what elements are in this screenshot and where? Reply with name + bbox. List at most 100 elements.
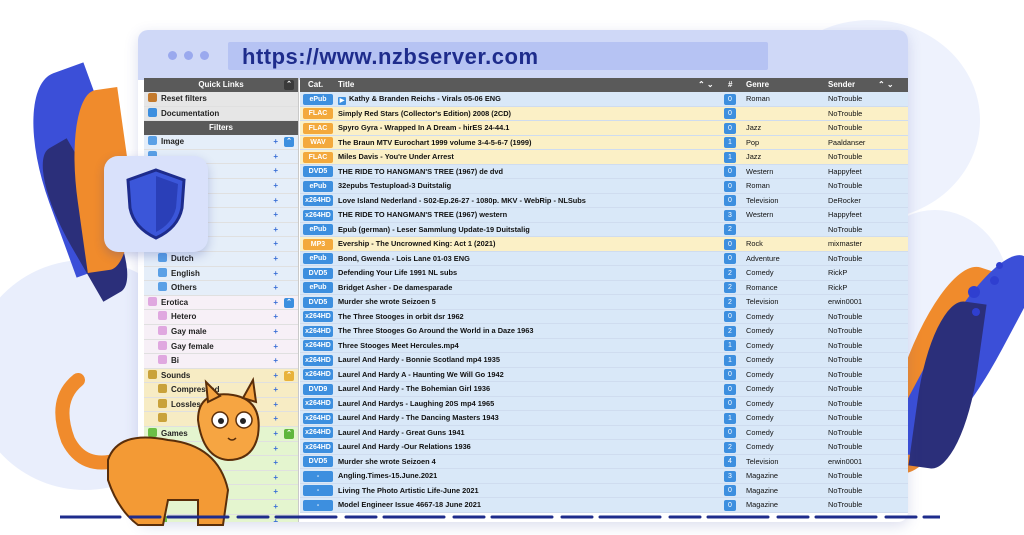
add-filter-icon[interactable]: + bbox=[273, 267, 278, 282]
release-title[interactable]: Miles Davis - You're Under Arrest bbox=[338, 150, 718, 165]
table-row[interactable]: DVD5 THE RIDE TO HANGMAN'S TREE (1967) de… bbox=[300, 164, 908, 179]
category-badge[interactable]: DVD5 bbox=[303, 456, 333, 467]
release-title[interactable]: Bond, Gwenda - Lois Lane 01-03 ENG bbox=[338, 252, 718, 267]
add-filter-icon[interactable]: + bbox=[273, 281, 278, 296]
release-title[interactable]: Defending Your Life 1991 NL subs bbox=[338, 266, 718, 281]
add-filter-icon[interactable]: + bbox=[273, 237, 278, 252]
release-title[interactable]: Three Stooges Meet Hercules.mp4 bbox=[338, 339, 718, 354]
release-title[interactable]: The Three Stooges Go Around the World in… bbox=[338, 324, 718, 339]
sort-icon[interactable]: ⌃ ⌄ bbox=[878, 78, 894, 92]
release-title[interactable]: Bridget Asher - De damesparade bbox=[338, 281, 718, 296]
category-badge[interactable]: DVD5 bbox=[303, 267, 333, 279]
release-title[interactable]: The Braun MTV Eurochart 1999 volume 3-4-… bbox=[338, 136, 718, 151]
release-title[interactable]: Angling.Times-15.June.2021 bbox=[338, 469, 718, 484]
table-row[interactable]: x264HD Laurel And Hardy - Bonnie Scotland… bbox=[300, 353, 908, 368]
add-filter-icon[interactable]: + bbox=[273, 164, 278, 179]
add-filter-icon[interactable]: + bbox=[273, 223, 278, 238]
release-title[interactable]: Laurel And Hardys - Laughing 20S mp4 196… bbox=[338, 397, 718, 412]
release-title[interactable]: 32epubs Testupload-3 Duitstalig bbox=[338, 179, 718, 194]
category-badge[interactable]: FLAC bbox=[303, 108, 333, 119]
category-badge[interactable]: x264HD bbox=[303, 209, 333, 221]
add-filter-icon[interactable]: + bbox=[273, 208, 278, 223]
filter-item[interactable]: Others + bbox=[144, 281, 298, 296]
category-badge[interactable]: ePub bbox=[303, 93, 333, 105]
table-row[interactable]: ePub Bridget Asher - De damesparade 2 Roman… bbox=[300, 280, 908, 296]
col-num[interactable]: # bbox=[728, 78, 732, 92]
table-row[interactable]: - Angling.Times-15.June.2021 3 Magazine NoTr… bbox=[300, 469, 908, 484]
sort-icon[interactable]: ⌃ ⌄ bbox=[698, 78, 714, 92]
col-genre[interactable]: Genre bbox=[746, 78, 769, 92]
filter-item[interactable]: Image + ⌃ bbox=[144, 135, 298, 150]
add-filter-icon[interactable]: + bbox=[273, 325, 278, 340]
col-cat[interactable]: Cat. bbox=[308, 78, 323, 92]
table-row[interactable]: x264HD Laurel And Hardys - Laughing 20S m… bbox=[300, 396, 908, 412]
category-badge[interactable]: x264HD bbox=[303, 354, 333, 366]
category-badge[interactable]: DVD9 bbox=[303, 383, 333, 395]
expand-toggle[interactable]: ⌃ bbox=[284, 137, 294, 148]
table-row[interactable]: FLAC Miles Davis - You're Under Arrest 1 Ja… bbox=[300, 150, 908, 165]
category-badge[interactable]: x264HD bbox=[303, 398, 333, 409]
table-row[interactable]: DVD5 Murder she wrote Seizoen 4 4 Televisio… bbox=[300, 454, 908, 470]
release-title[interactable]: Murder she wrote Seizoen 4 bbox=[338, 455, 718, 470]
col-title[interactable]: Title bbox=[338, 78, 354, 92]
release-title[interactable]: Simply Red Stars (Collector's Edition) 2… bbox=[338, 107, 718, 122]
category-badge[interactable]: x264HD bbox=[303, 441, 333, 453]
category-badge[interactable]: ePub bbox=[303, 282, 333, 293]
col-sender[interactable]: Sender bbox=[828, 78, 855, 92]
add-filter-icon[interactable]: + bbox=[273, 310, 278, 325]
add-filter-icon[interactable]: + bbox=[273, 340, 278, 355]
category-badge[interactable]: MP3 bbox=[303, 238, 333, 250]
release-title[interactable]: Laurel And Hardy - Bonnie Scotland mp4 1… bbox=[338, 353, 718, 368]
add-filter-icon[interactable]: + bbox=[273, 135, 278, 150]
filter-item[interactable]: Erotica + ⌃ bbox=[144, 295, 298, 311]
release-title[interactable]: Laurel And Hardy -Our Relations 1936 bbox=[338, 440, 718, 455]
release-title[interactable]: Evership - The Uncrowned King: Act 1 (20… bbox=[338, 237, 718, 252]
expand-toggle[interactable]: ⌃ bbox=[284, 297, 294, 308]
table-row[interactable]: x264HD Laurel And Hardy - The Dancing Mas… bbox=[300, 411, 908, 426]
table-row[interactable]: DVD9 Laurel And Hardy - The Bohemian Girl… bbox=[300, 382, 908, 397]
table-row[interactable]: ePub 32epubs Testupload-3 Duitstalig 0 Roma… bbox=[300, 179, 908, 194]
collapse-button[interactable]: ⌃ bbox=[284, 80, 294, 90]
play-icon[interactable]: ▶ bbox=[338, 97, 346, 105]
table-row[interactable]: MP3 Evership - The Uncrowned King: Act 1 … bbox=[300, 237, 908, 252]
add-filter-icon[interactable]: + bbox=[273, 194, 278, 209]
quick-link-item[interactable]: Documentation bbox=[144, 106, 298, 122]
release-title[interactable]: Love Island Nederland - S02-Ep.26-27 - 1… bbox=[338, 194, 718, 209]
table-row[interactable]: x264HD The Three Stooges Go Around the Wo… bbox=[300, 324, 908, 339]
filter-item[interactable]: English + bbox=[144, 266, 298, 282]
table-row[interactable]: x264HD Love Island Nederland - S02-Ep.26-… bbox=[300, 193, 908, 209]
category-badge[interactable]: x264HD bbox=[303, 195, 333, 206]
filter-item[interactable]: Dutch + bbox=[144, 251, 298, 267]
table-row[interactable]: x264HD Three Stooges Meet Hercules.mp4 1 Co… bbox=[300, 338, 908, 354]
table-row[interactable]: x264HD The Three Stooges in orbit dsr 196… bbox=[300, 309, 908, 324]
category-badge[interactable]: x264HD bbox=[303, 369, 333, 380]
table-row[interactable]: ePub ▶ Kathy & Branden Reichs - Virals 05-… bbox=[300, 92, 908, 107]
release-title[interactable]: Laurel And Hardy A - Haunting We Will Go… bbox=[338, 368, 718, 383]
table-row[interactable]: WAV The Braun MTV Eurochart 1999 volume 3… bbox=[300, 135, 908, 151]
release-title[interactable]: Epub (german) - Leser Sammlung Update-19… bbox=[338, 223, 718, 238]
category-badge[interactable]: FLAC bbox=[303, 151, 333, 163]
table-row[interactable]: FLAC Spyro Gyra - Wrapped In A Dream - hi… bbox=[300, 121, 908, 136]
release-title[interactable]: Laurel And Hardy - The Dancing Masters 1… bbox=[338, 411, 718, 426]
release-title[interactable]: Spyro Gyra - Wrapped In A Dream - hirES … bbox=[338, 121, 718, 136]
release-title[interactable]: Laurel And Hardy - Great Guns 1941 bbox=[338, 426, 718, 441]
release-title[interactable]: ▶ Kathy & Branden Reichs - Virals 05-06 E… bbox=[338, 92, 718, 107]
category-badge[interactable]: x264HD bbox=[303, 325, 333, 337]
table-row[interactable]: FLAC Simply Red Stars (Collector's Editio… bbox=[300, 106, 908, 122]
table-row[interactable]: DVD5 Defending Your Life 1991 NL subs 2 Com… bbox=[300, 266, 908, 281]
release-title[interactable]: Laurel And Hardy - The Bohemian Girl 193… bbox=[338, 382, 718, 397]
category-badge[interactable]: x264HD bbox=[303, 427, 333, 438]
category-badge[interactable]: x264HD bbox=[303, 311, 333, 322]
table-row[interactable]: x264HD Laurel And Hardy -Our Relations 19… bbox=[300, 440, 908, 455]
table-row[interactable]: ePub Bond, Gwenda - Lois Lane 01-03 ENG 0 A… bbox=[300, 251, 908, 267]
table-row[interactable]: - Model Engineer Issue 4667-18 June 2021 0… bbox=[300, 498, 908, 513]
table-row[interactable]: ePub Epub (german) - Leser Sammlung Updat… bbox=[300, 222, 908, 238]
category-badge[interactable]: x264HD bbox=[303, 412, 333, 424]
release-title[interactable]: THE RIDE TO HANGMAN'S TREE (1967) wester… bbox=[338, 208, 718, 223]
category-badge[interactable]: - bbox=[303, 470, 333, 482]
category-badge[interactable]: - bbox=[303, 485, 333, 496]
category-badge[interactable]: FLAC bbox=[303, 122, 333, 134]
table-row[interactable]: x264HD Laurel And Hardy A - Haunting We W… bbox=[300, 367, 908, 383]
category-badge[interactable]: DVD5 bbox=[303, 166, 333, 177]
category-badge[interactable]: - bbox=[303, 499, 333, 511]
